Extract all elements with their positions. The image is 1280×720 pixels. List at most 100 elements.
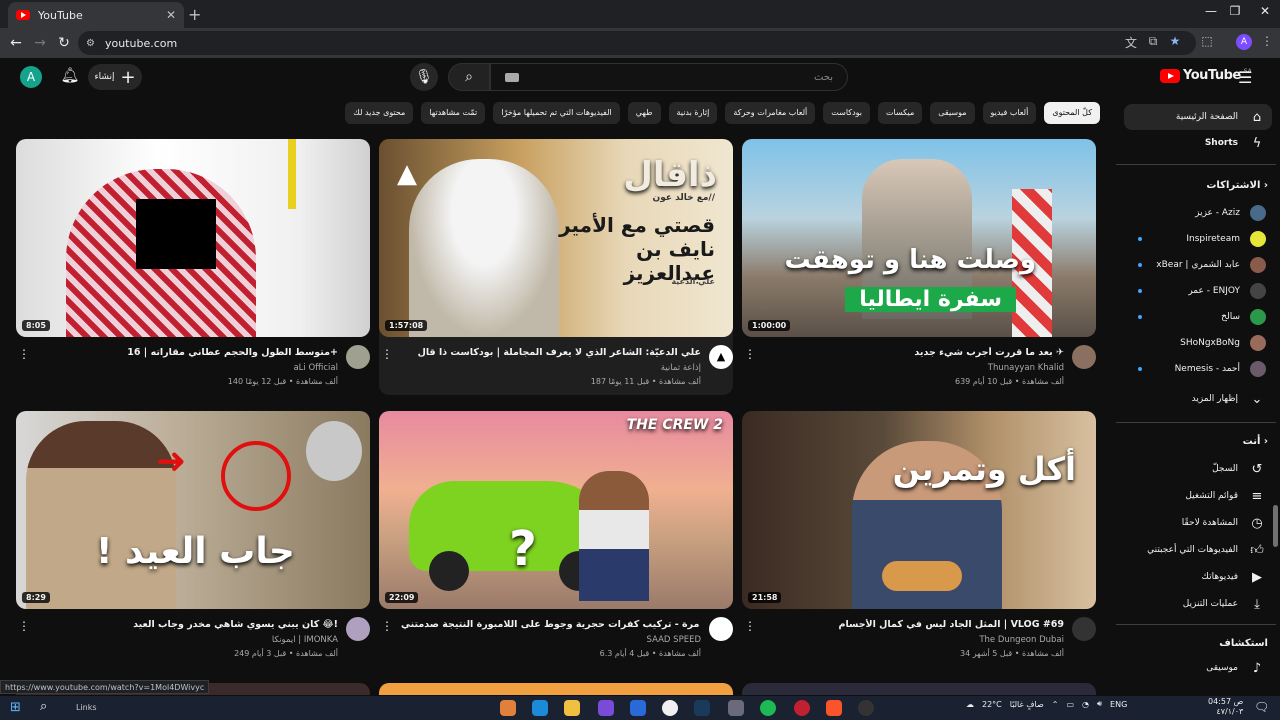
video-title[interactable]: متوسط الطول والحجم عطاني مقاراته | 16+: [38, 347, 338, 358]
volume-icon[interactable]: 🔊︎: [1097, 699, 1102, 709]
video-card[interactable]: 8:05 متوسط الطول والحجم عطاني مقاراته | …: [16, 139, 370, 395]
more-options-icon[interactable]: ⋮: [381, 619, 393, 633]
more-options-icon[interactable]: ⋮: [18, 347, 30, 361]
chip[interactable]: ألعاب مغامرات وحركة: [725, 102, 816, 124]
chip[interactable]: موسيقى: [930, 102, 975, 124]
extensions-icon[interactable]: ⬚: [1198, 34, 1216, 52]
weather-temp[interactable]: 22°C: [982, 700, 1002, 709]
sidebar-item-home[interactable]: الصفحة الرئيسية ⌂: [1124, 104, 1272, 130]
taskbar-clock[interactable]: 04:57 ص ٤٧/١/٠٣: [1208, 697, 1243, 717]
sidebar-item-music[interactable]: موسيقى ♪: [1124, 655, 1272, 681]
account-avatar[interactable]: A: [20, 66, 42, 88]
voice-search-mic-icon[interactable]: 🎙︎: [410, 63, 438, 91]
chip[interactable]: بودكاست: [823, 102, 871, 124]
wifi-icon[interactable]: ◔: [1082, 700, 1089, 709]
channel-name[interactable]: إذاعة ثمانية: [661, 363, 701, 373]
subscription-item[interactable]: عمر - ENJOY: [1124, 278, 1272, 304]
forward-button[interactable]: →: [28, 35, 52, 51]
video-thumbnail[interactable]: 8:05: [16, 139, 370, 337]
links-toolbar[interactable]: Links: [76, 703, 97, 712]
video-thumbnail[interactable]: أكل وتمرين 21:58: [742, 411, 1096, 609]
sidebar-item-liked[interactable]: الفيديوهات التي أعجبتني 👍︎: [1124, 537, 1272, 563]
chip[interactable]: ألعاب فيديو: [982, 102, 1037, 124]
file-explorer-icon[interactable]: [564, 700, 580, 716]
browser-menu-icon[interactable]: ⋮: [1258, 34, 1276, 52]
subscription-item[interactable]: Inspireteam: [1124, 226, 1272, 252]
channel-avatar[interactable]: [1072, 617, 1096, 641]
taskbar-app-icon[interactable]: [500, 700, 516, 716]
sidebar-scrollbar[interactable]: [1273, 505, 1278, 547]
close-window-button[interactable]: ✕: [1250, 4, 1280, 18]
sidebar-item-shorts[interactable]: Shorts ϟ: [1124, 130, 1272, 156]
subscription-item[interactable]: SHoNgxBoNg: [1124, 330, 1272, 356]
video-title[interactable]: المثل الجاد ليس في كمال الأجسام | VLOG #…: [764, 619, 1065, 630]
reload-button[interactable]: ↻: [52, 35, 76, 51]
more-options-icon[interactable]: ⋮: [744, 347, 756, 361]
show-more-button[interactable]: إظهار المزيد ⌄: [1124, 386, 1272, 412]
edge-icon[interactable]: [532, 700, 548, 716]
chip[interactable]: تمّت مشاهدتها: [421, 102, 486, 124]
more-options-icon[interactable]: ⋮: [18, 619, 30, 633]
new-tab-button[interactable]: +: [188, 5, 201, 24]
spotify-icon[interactable]: [760, 700, 776, 716]
video-card[interactable]: وصلت هنا و توهقت سفرة ايطاليا 1:00:00 بع…: [742, 139, 1096, 395]
video-thumbnail[interactable]: [742, 683, 1096, 695]
address-bar[interactable]: ⚙ youtube.com: [78, 31, 1196, 55]
browser-profile-avatar[interactable]: A: [1236, 34, 1252, 50]
more-options-icon[interactable]: ⋮: [744, 619, 756, 633]
chrome-icon[interactable]: [662, 700, 678, 716]
video-card[interactable]: ? THE CREW 2 22:09 لأول مرة - تركيب كفرا…: [379, 411, 733, 667]
video-card[interactable]: ➜ جاب العيد ! 8:29 كان يبني يسوي شاهي مخ…: [16, 411, 370, 667]
windows-start-icon[interactable]: ⊞: [10, 700, 21, 715]
video-thumbnail[interactable]: ? THE CREW 2 22:09: [379, 411, 733, 609]
menu-hamburger-icon[interactable]: ☰: [1238, 68, 1252, 87]
video-thumbnail[interactable]: ➜ جاب العيد ! 8:29: [16, 411, 370, 609]
taskbar-app-icon[interactable]: [630, 700, 646, 716]
network-icon[interactable]: ▭: [1066, 700, 1074, 709]
channel-name[interactable]: ايمونكا | IMONKA: [272, 635, 338, 645]
video-card[interactable]: ▲ ذاقال //مع خالد عون قصتي مع الأمير ناي…: [379, 139, 733, 395]
tab-youtube[interactable]: YouTube ✕: [8, 2, 184, 28]
chip-all[interactable]: كلّ المحتوى: [1044, 102, 1100, 124]
chip[interactable]: طهي: [627, 102, 661, 124]
video-title[interactable]: كان يبني يسوي شاهي مخدر وجاب العيد 😂!: [38, 619, 338, 630]
you-header[interactable]: أنت ›: [1243, 436, 1268, 447]
video-title[interactable]: علي الدعيّة: الشاعر الذي لا يعرف المجامل…: [401, 347, 701, 358]
taskbar-app-icon[interactable]: [728, 700, 744, 716]
channel-avatar[interactable]: ▲: [709, 345, 733, 369]
channel-name[interactable]: Thunayyan Khalid: [988, 363, 1064, 373]
bookmark-star-icon[interactable]: ★: [1166, 34, 1184, 52]
chip[interactable]: ميكسات: [878, 102, 923, 124]
subscription-item[interactable]: عزيز - Aziz: [1124, 200, 1272, 226]
video-thumbnail[interactable]: ▲ ذاقال //مع خالد عون قصتي مع الأمير ناي…: [379, 139, 733, 337]
steam-icon[interactable]: [694, 700, 710, 716]
channel-name[interactable]: SAAD SPEED: [647, 635, 701, 645]
chip[interactable]: محتوى جديد لك: [345, 102, 414, 124]
video-title[interactable]: بعد ما قررت أجرب شيء جديد ✈︎: [764, 347, 1064, 358]
channel-avatar[interactable]: [346, 617, 370, 641]
taskbar-search-icon[interactable]: ⌕: [40, 699, 47, 714]
chip[interactable]: إثارة بدنية: [668, 102, 718, 124]
notifications-icon[interactable]: 🗨︎: [1254, 700, 1269, 714]
video-thumbnail[interactable]: [379, 683, 733, 695]
sidebar-item-watch-later[interactable]: المشاهدة لاحقًا ◷: [1124, 510, 1272, 536]
site-info-icon[interactable]: ⚙: [86, 38, 95, 49]
video-thumbnail[interactable]: وصلت هنا و توهقت سفرة ايطاليا 1:00:00: [742, 139, 1096, 337]
translate-icon[interactable]: 文: [1122, 34, 1140, 52]
taskbar-app-icon[interactable]: [598, 700, 614, 716]
video-card[interactable]: أكل وتمرين 21:58 المثل الجاد ليس في كمال…: [742, 411, 1096, 667]
chip[interactable]: الفيديوهات التي تم تحميلها مؤخرًا: [493, 102, 620, 124]
channel-name[interactable]: aLi Official: [293, 363, 338, 373]
search-button[interactable]: ⌕: [448, 63, 490, 91]
tray-chevron-icon[interactable]: ⌃: [1052, 700, 1059, 709]
search-input[interactable]: بحث: [490, 63, 848, 91]
keyboard-icon[interactable]: [505, 72, 519, 82]
subscriptions-header[interactable]: الاشتراكات ›: [1206, 180, 1268, 191]
sidebar-item-downloads[interactable]: عمليات التنزيل ⤓: [1124, 591, 1272, 617]
maximize-button[interactable]: ❐: [1220, 4, 1250, 18]
subscription-item[interactable]: سالخ: [1124, 304, 1272, 330]
brave-icon[interactable]: [826, 700, 842, 716]
channel-avatar[interactable]: [709, 617, 733, 641]
subscription-item[interactable]: Nemesis - أحمد: [1124, 356, 1272, 382]
channel-name[interactable]: The Dungeon Dubai: [979, 635, 1064, 645]
